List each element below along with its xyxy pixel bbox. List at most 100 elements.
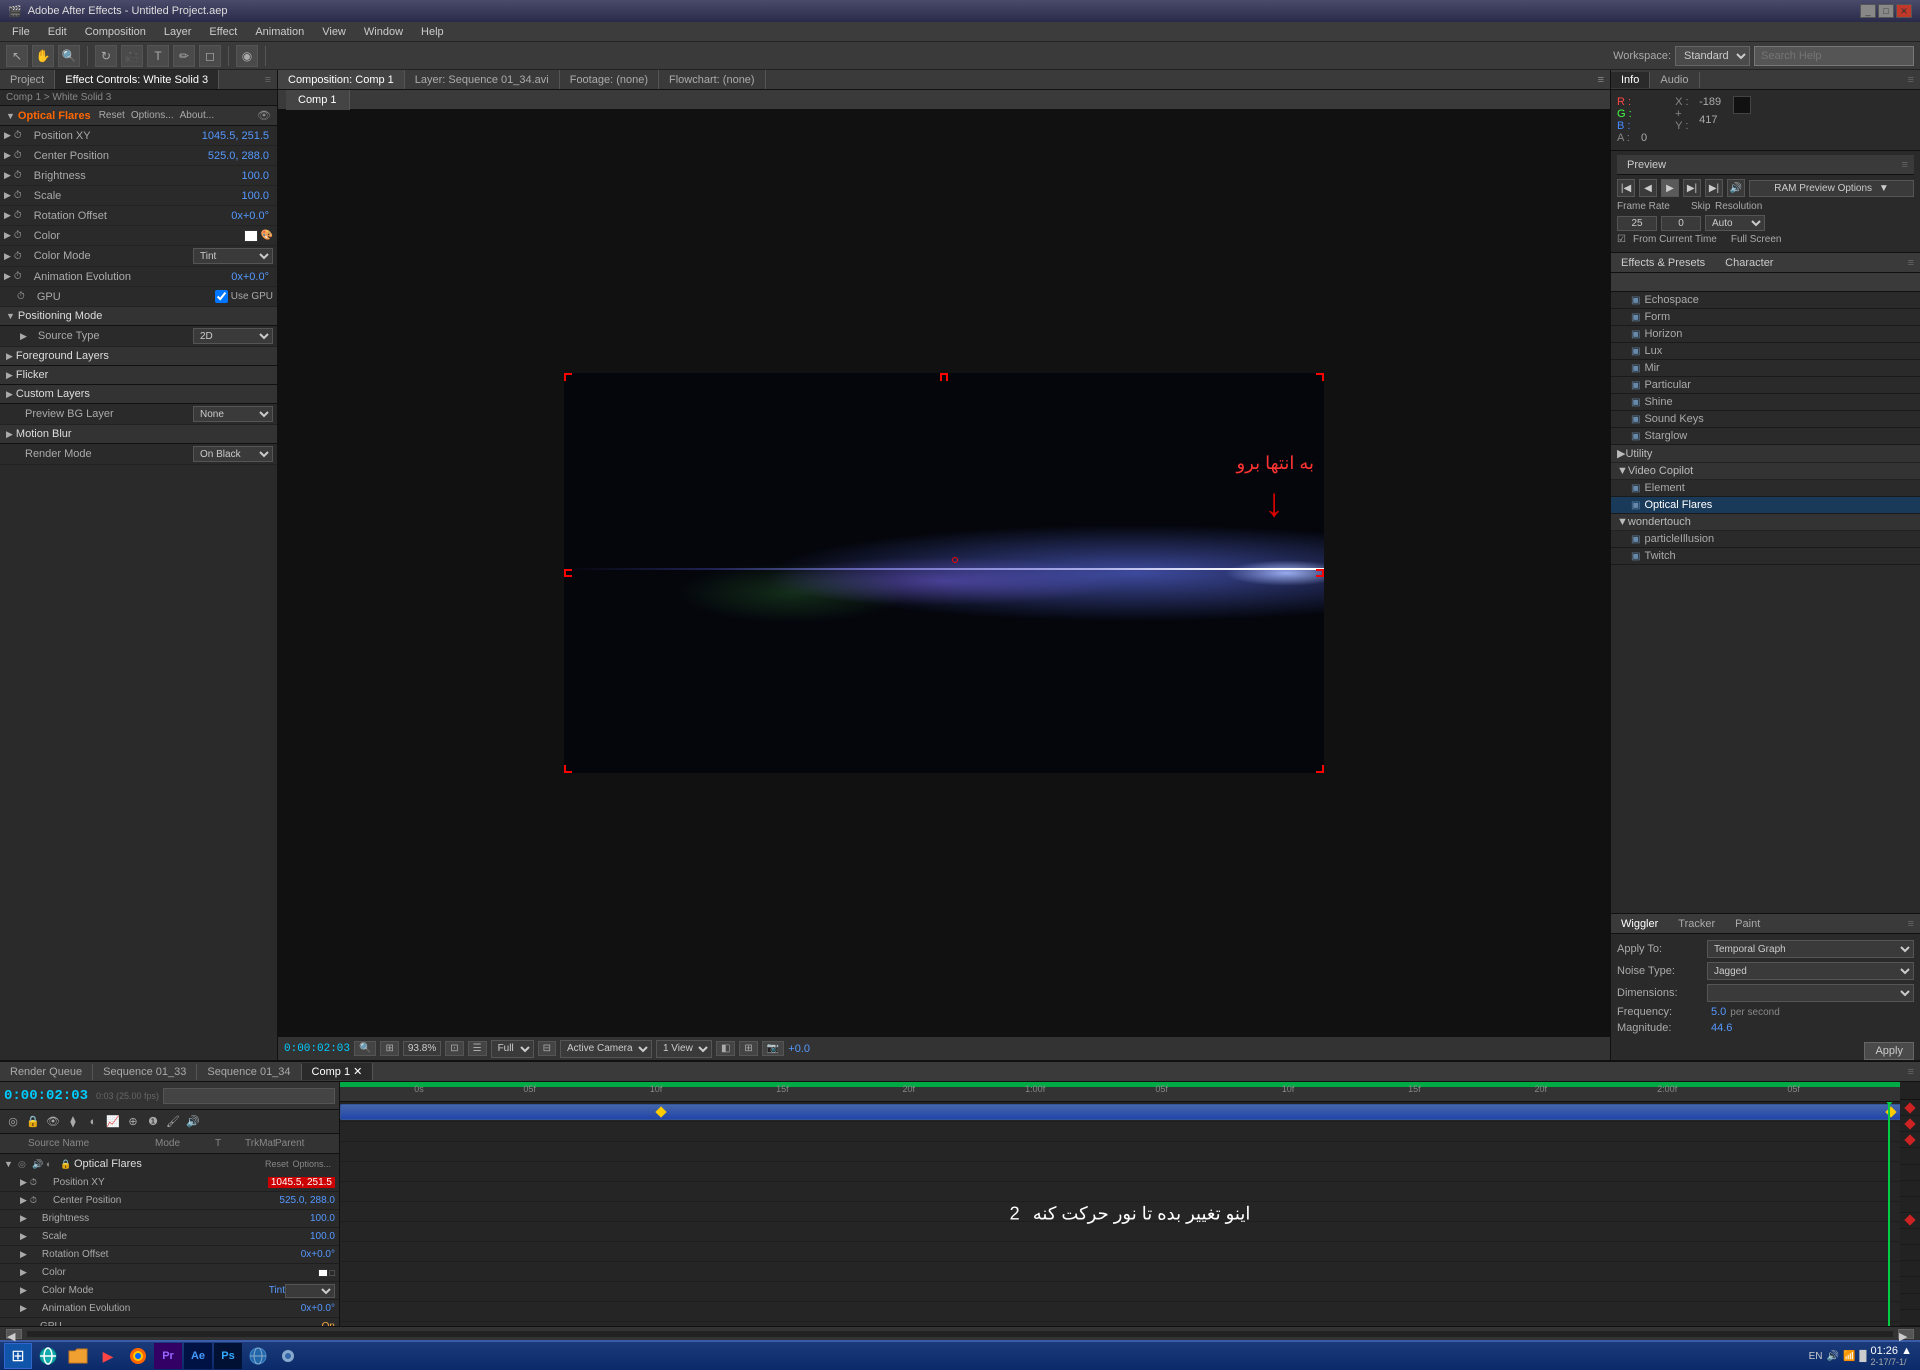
expand-st-icon[interactable]: ▶ [20, 331, 27, 342]
prop-center-position[interactable]: ▶ ⏱ Center Position 525.0, 288.0 [0, 146, 277, 166]
gpu-checkbox[interactable] [215, 290, 228, 303]
source-type-select[interactable]: 2D [193, 328, 273, 344]
tl-colormode-select[interactable] [285, 1284, 335, 1298]
apply-button[interactable]: Apply [1864, 1042, 1914, 1060]
tl-tab-render[interactable]: Render Queue [0, 1064, 93, 1080]
grid-btn[interactable]: ⊞ [380, 1041, 398, 1056]
positioning-mode-header[interactable]: ▼ Positioning Mode [0, 307, 277, 326]
expand-ro-icon[interactable]: ▶ [4, 210, 11, 221]
expand-mb-icon[interactable]: ▶ [6, 429, 13, 440]
expand-cm-icon[interactable]: ▶ [4, 251, 11, 262]
tl-color-swatch[interactable] [318, 1269, 328, 1277]
resolution-select[interactable]: Auto [1705, 215, 1765, 231]
menu-edit[interactable]: Edit [40, 24, 75, 40]
fit-btn[interactable]: ⊡ [445, 1041, 463, 1056]
safe-areas-btn[interactable]: ⊞ [739, 1041, 757, 1056]
last-frame-btn[interactable]: ▶| [1705, 179, 1723, 197]
wiggler-menu-icon[interactable]: ≡ [1902, 918, 1920, 930]
tl-menu-icon[interactable]: ≡ [1902, 1066, 1920, 1078]
tl-tab-seq34[interactable]: Sequence 01_34 [197, 1064, 301, 1080]
tab-paint[interactable]: Paint [1725, 916, 1770, 932]
tool-puppet[interactable]: ◉ [236, 45, 258, 67]
tl-lock-btn[interactable]: 🔒 [24, 1113, 42, 1131]
tl-shy-btn[interactable]: 👁 [44, 1113, 62, 1131]
about-btn[interactable]: About... [180, 110, 214, 121]
taskbar-firefox[interactable] [124, 1343, 152, 1369]
camera-select[interactable]: Active Camera [560, 1040, 652, 1058]
taskbar-ie[interactable] [34, 1343, 62, 1369]
from-current-time-checkbox[interactable]: ☑ [1617, 234, 1626, 245]
tl-expressions-btn[interactable]: ❶ [144, 1113, 162, 1131]
skip-input[interactable] [1661, 216, 1701, 231]
tool-text[interactable]: T [147, 45, 169, 67]
tl-search-input[interactable] [163, 1088, 335, 1104]
expand-brightness-icon[interactable]: ▶ [20, 1213, 27, 1224]
preview-menu-icon[interactable]: ≡ [1896, 159, 1914, 171]
taskbar-folder[interactable] [64, 1343, 92, 1369]
ep-item-particular[interactable]: ▣ Particular [1611, 377, 1920, 394]
menu-file[interactable]: File [4, 24, 38, 40]
tab-effects-presets[interactable]: Effects & Presets [1611, 255, 1715, 271]
viewer-options-icon[interactable]: ≡ [1598, 74, 1604, 86]
layer-options-btn[interactable]: Options... [292, 1159, 331, 1169]
menu-layer[interactable]: Layer [156, 24, 200, 40]
audio-btn[interactable]: 🔊 [1727, 179, 1745, 197]
layer-reset-btn[interactable]: Reset [265, 1159, 289, 1169]
ep-category-utility[interactable]: Utility [1611, 445, 1920, 463]
tl-scroll-right[interactable]: ▶ [1898, 1329, 1914, 1339]
stopwatch-cm-icon[interactable]: ⏱ [14, 251, 22, 262]
expand-cp-icon[interactable]: ▶ [4, 150, 11, 161]
tl-prop-gpu-tl[interactable]: GPU On [0, 1318, 339, 1326]
taskbar-volume-icon[interactable]: 🔊 [1827, 1351, 1839, 1362]
tool-select[interactable]: ↖ [6, 45, 28, 67]
viewer-tab-comp[interactable]: Composition: Comp 1 [278, 70, 405, 89]
prop-position-xy[interactable]: ▶ ⏱ Position XY 1045.5, 251.5 [0, 126, 277, 146]
color-mode-select[interactable]: Tint [193, 248, 273, 264]
tab-effect-controls[interactable]: Effect Controls: White Solid 3 [55, 70, 219, 89]
zoom-btn[interactable]: 🔍 [354, 1041, 376, 1056]
custom-layers-header[interactable]: ▶ Custom Layers [0, 385, 277, 404]
tool-hand[interactable]: ✋ [32, 45, 54, 67]
tl-prop-pos-xy[interactable]: ▶ ⏱ Position XY 1045.5, 251.5 [0, 1174, 339, 1192]
taskbar-ae[interactable]: Ae [184, 1343, 212, 1369]
options-btn[interactable]: Options... [131, 110, 174, 121]
tl-prop-rotation-tl[interactable]: ▶ Rotation Offset 0x+0.0° [0, 1246, 339, 1264]
tl-tab-comp1[interactable]: Comp 1 ✕ [302, 1063, 374, 1080]
ep-category-video-copilot[interactable]: Video Copilot [1611, 463, 1920, 480]
frame-rate-input[interactable] [1617, 216, 1657, 231]
tl-transfer-btn[interactable]: ⊕ [124, 1113, 142, 1131]
tl-tab-seq33[interactable]: Sequence 01_33 [93, 1064, 197, 1080]
ep-item-starglow[interactable]: ▣ Starglow [1611, 428, 1920, 445]
tl-paint-btn[interactable]: 🖌 [164, 1113, 182, 1131]
color-swatch[interactable] [244, 230, 258, 242]
expand-cl-icon[interactable]: ▶ [6, 389, 13, 400]
menu-effect[interactable]: Effect [201, 24, 245, 40]
ram-preview-btn[interactable]: RAM Preview Options ▼ [1749, 180, 1914, 197]
tab-project[interactable]: Project [0, 70, 55, 89]
ep-item-particle[interactable]: ▣ particleIllusion [1611, 531, 1920, 548]
tl-prop-scale[interactable]: ▶ Scale 100.0 [0, 1228, 339, 1246]
ep-category-wondertouch[interactable]: wondertouch [1611, 514, 1920, 531]
menu-help[interactable]: Help [413, 24, 452, 40]
expand-color-tl-icon[interactable]: ▶ [20, 1267, 27, 1278]
render-mode-select[interactable]: On Black [193, 446, 273, 462]
expand-scale-tl-icon[interactable]: ▶ [20, 1231, 27, 1242]
search-help-input[interactable] [1754, 46, 1914, 66]
foreground-layers-header[interactable]: ▶ Foreground Layers [0, 347, 277, 366]
view-select[interactable]: 1 View [656, 1040, 712, 1058]
taskbar-network-icon[interactable]: 📶 [1843, 1351, 1855, 1362]
color-picker-icon[interactable]: 🎨 [261, 230, 273, 241]
ep-item-twitch[interactable]: ▣ Twitch [1611, 548, 1920, 565]
expand-col-icon[interactable]: ▶ [4, 230, 11, 241]
expand-pos-xy-icon[interactable]: ▶ [20, 1177, 27, 1188]
tl-frameblend-btn[interactable]: ⧫ [64, 1113, 82, 1131]
close-button[interactable]: ✕ [1896, 4, 1912, 18]
tl-prop-brightness[interactable]: ▶ Brightness 100.0 [0, 1210, 339, 1228]
taskbar-pp[interactable]: Pr [154, 1343, 182, 1369]
layer-solo-icon[interactable]: ◐ [46, 1159, 60, 1169]
menu-animation[interactable]: Animation [247, 24, 312, 40]
frequency-value[interactable]: 5.0 [1711, 1006, 1726, 1018]
tab-wiggler[interactable]: Wiggler [1611, 916, 1668, 932]
layer-visibility-icon[interactable]: ◎ [18, 1159, 32, 1170]
taskbar-settings2[interactable] [274, 1343, 302, 1369]
